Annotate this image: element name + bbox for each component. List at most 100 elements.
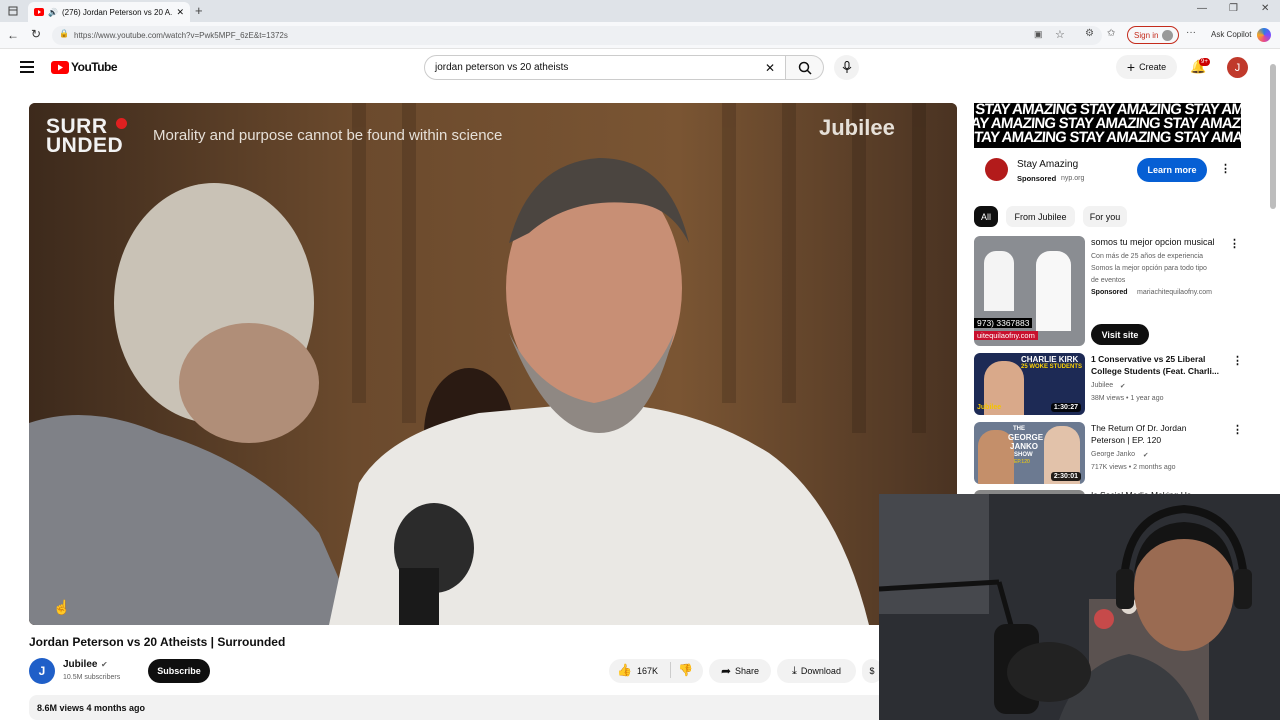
related-meta: 717K views • 2 months ago: [1091, 464, 1176, 471]
download-button[interactable]: ⤓ Download: [777, 659, 856, 683]
view-count-date: 8.6M views 4 months ago: [37, 703, 146, 713]
thumb-text-3: JANKO: [1010, 442, 1039, 451]
filter-chip-for-you[interactable]: For you: [1083, 206, 1127, 227]
ad-title[interactable]: Stay Amazing: [1017, 159, 1078, 170]
related-title-line-1[interactable]: 1 Conservative vs 25 Liberal: [1091, 354, 1205, 365]
sponsored-more-icon[interactable]: ⋮: [1229, 237, 1240, 250]
ad-banner[interactable]: STAY AMAZING STAY AMAZING STAY AMAZING S…: [974, 103, 1241, 148]
restore-icon[interactable]: ❐: [1229, 3, 1238, 14]
search-input[interactable]: jordan peterson vs 20 atheists ✕: [424, 55, 786, 80]
copilot-icon[interactable]: [1257, 28, 1271, 42]
ad-banner-text: STAY AMAZING STAY AMAZING STAY AMAZING S…: [974, 103, 1241, 146]
favorite-star-icon[interactable]: ☆: [1055, 28, 1065, 41]
ad-advertiser-logo: [985, 158, 1008, 181]
subscribe-button[interactable]: Subscribe: [148, 659, 210, 683]
channel-name[interactable]: Jubilee: [63, 659, 97, 670]
sign-in-label: Sign in: [1134, 30, 1159, 40]
search-icon: [798, 61, 812, 75]
page-scrollbar-thumb[interactable]: [1270, 64, 1276, 209]
more-menu-icon[interactable]: ···: [1186, 27, 1196, 38]
webcam-frame: [879, 494, 1280, 720]
minimize-icon[interactable]: —: [1197, 3, 1207, 14]
dislike-button[interactable]: 👎: [678, 663, 693, 677]
app-available-icon[interactable]: ▣: [1034, 29, 1043, 40]
visit-site-button[interactable]: Visit site: [1091, 324, 1149, 345]
browser-toolbar: ← ↻ 🔒 https://www.youtube.com/watch?v=Pw…: [0, 22, 1280, 49]
thumb-text-1: THE: [1013, 426, 1025, 432]
voice-search-button[interactable]: [834, 55, 859, 80]
youtube-logo-icon: [51, 60, 69, 74]
create-button[interactable]: + Create: [1116, 55, 1177, 79]
related-title-line-2[interactable]: College Students (Feat. Charli...: [1091, 366, 1219, 377]
like-button[interactable]: 👍: [617, 663, 632, 677]
url-text: https://www.youtube.com/watch?v=Pwk5MPF_…: [74, 31, 288, 40]
filter-chip-from-jubilee[interactable]: From Jubilee: [1006, 206, 1075, 227]
download-icon: ⤓: [792, 664, 797, 677]
thumb-text-1: CHARLIE KIRK: [1021, 355, 1079, 364]
youtube-logo[interactable]: YouTube: [51, 60, 118, 74]
audio-playing-icon[interactable]: 🔊: [48, 8, 58, 17]
duration-badge: 2:30:01: [1050, 472, 1081, 481]
video-overlay-caption: Morality and purpose cannot be found wit…: [153, 127, 503, 144]
address-bar[interactable]: 🔒 https://www.youtube.com/watch?v=Pwk5MP…: [52, 26, 1102, 45]
webcam-overlay: [879, 494, 1280, 720]
thumb-text-5: EP.120: [1014, 459, 1030, 465]
video-title: Jordan Peterson vs 20 Atheists | Surroun…: [29, 635, 286, 649]
refresh-icon[interactable]: ↻: [31, 27, 41, 41]
sponsored-desc-2: Somos la mejor opción para todo tipo: [1091, 265, 1207, 272]
verified-badge-icon: ✔: [1143, 452, 1149, 459]
related-title-line-1[interactable]: The Return Of Dr. Jordan: [1091, 423, 1186, 434]
filter-chip-all[interactable]: All: [974, 206, 998, 227]
verified-badge-icon: ✔: [1120, 383, 1126, 390]
jubilee-watermark: Jubilee: [819, 115, 895, 140]
video-player[interactable]: SURR UNDED Morality and purpose cannot b…: [29, 103, 957, 625]
browser-tab[interactable]: 🔊 (276) Jordan Peterson vs 20 A... ✕: [28, 2, 190, 22]
youtube-favicon-icon: [34, 8, 44, 16]
site-info-icon[interactable]: 🔒: [59, 29, 69, 38]
related-title-line-2[interactable]: Peterson | EP. 120: [1091, 435, 1161, 446]
description-box[interactable]: [29, 695, 885, 720]
ad-source: nyp.org: [1061, 175, 1085, 182]
related-thumbnail[interactable]: CHARLIE KIRK 25 WOKE STUDENTS Jubilee 1:…: [974, 353, 1085, 415]
related-thumbnail[interactable]: THE GEORGE JANKO SHOW EP.120 2:30:01: [974, 422, 1085, 484]
share-icon: ➦: [720, 664, 732, 678]
new-tab-icon[interactable]: +: [195, 3, 203, 18]
tab-actions-icon[interactable]: [6, 5, 19, 17]
ad-more-icon[interactable]: ⋮: [1220, 162, 1231, 175]
back-icon[interactable]: ←: [7, 28, 19, 42]
hamburger-menu-icon[interactable]: [20, 61, 34, 73]
related-more-icon[interactable]: ⋮: [1232, 423, 1243, 436]
related-channel[interactable]: George Janko: [1091, 451, 1135, 458]
tab-close-icon[interactable]: ✕: [176, 7, 184, 18]
thumb-text-4: SHOW: [1014, 452, 1033, 458]
logo-text: YouTube: [71, 60, 118, 74]
search-button[interactable]: [786, 55, 824, 80]
sponsored-phone: 973) 3367883: [974, 318, 1033, 328]
learn-more-button[interactable]: Learn more: [1137, 158, 1207, 182]
sponsored-desc-1: Con más de 25 años de experiencia: [1091, 253, 1204, 260]
sponsored-desc-3: de eventos: [1091, 277, 1126, 284]
avatar[interactable]: J: [1227, 57, 1248, 78]
window-close-icon[interactable]: ✕: [1261, 3, 1269, 14]
like-count: 167K: [637, 666, 659, 676]
profile-avatar-icon: [1162, 29, 1174, 41]
sign-in-button[interactable]: Sign in: [1127, 26, 1179, 44]
sponsored-thumbnail[interactable]: 973) 3367883 uitequilaofny.com: [974, 236, 1085, 346]
extensions-icon[interactable]: ⚙: [1085, 28, 1094, 39]
download-label: Download: [800, 666, 841, 676]
channel-avatar[interactable]: J: [29, 658, 55, 684]
clear-search-icon[interactable]: ✕: [765, 61, 775, 75]
sponsored-card-title[interactable]: somos tu mejor opcion musical: [1091, 237, 1215, 248]
sponsored-thumb-domain: uitequilaofny.com: [974, 331, 1038, 340]
video-frame: [29, 103, 957, 625]
plus-icon: +: [1126, 59, 1136, 75]
ask-copilot-button[interactable]: Ask Copilot: [1211, 30, 1251, 39]
create-label: Create: [1139, 62, 1167, 72]
share-label: Share: [735, 666, 760, 676]
related-channel[interactable]: Jubilee: [1091, 382, 1113, 389]
related-more-icon[interactable]: ⋮: [1232, 354, 1243, 367]
favorites-icon[interactable]: ✩: [1107, 28, 1115, 39]
youtube-header: YouTube jordan peterson vs 20 atheists ✕…: [0, 50, 1280, 86]
share-button[interactable]: ➦ Share: [709, 659, 771, 683]
surrounded-logo: SURR UNDED: [46, 115, 124, 157]
